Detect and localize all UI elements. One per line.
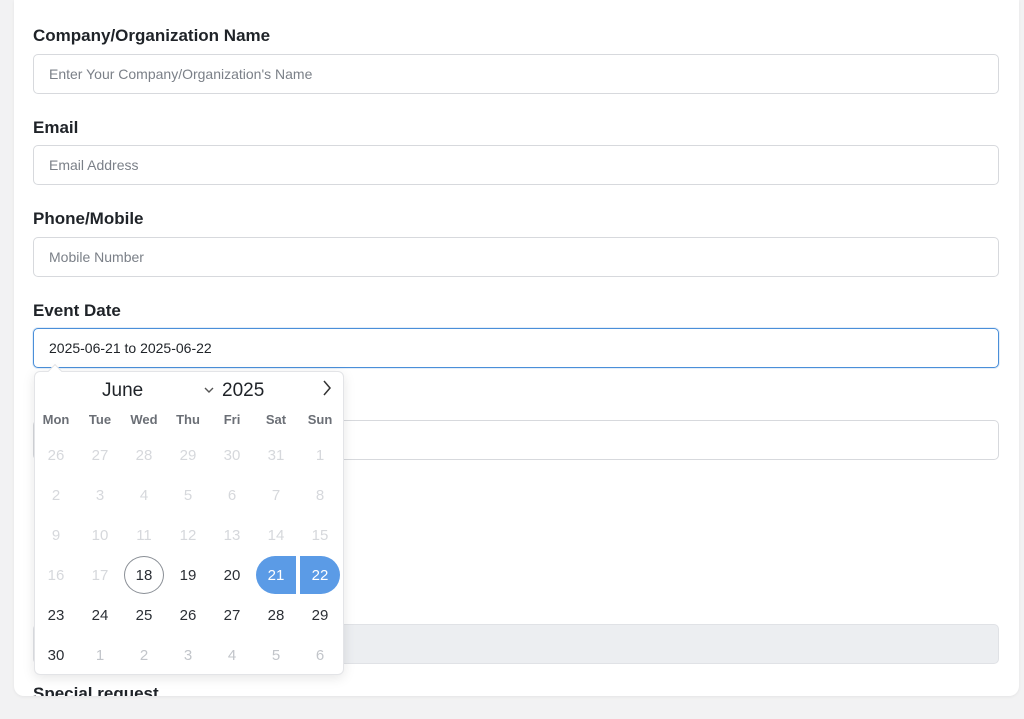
calendar-day[interactable]: 28 (256, 596, 296, 634)
email-label: Email (33, 118, 79, 137)
calendar-day[interactable]: 13 (212, 516, 252, 554)
calendar-day[interactable]: 14 (256, 516, 296, 554)
calendar-day[interactable]: 11 (124, 516, 164, 554)
special-request-label: Special request (33, 684, 159, 696)
email-input[interactable] (33, 145, 999, 185)
phone-input[interactable] (33, 237, 999, 277)
calendar-day[interactable]: 6 (212, 476, 252, 514)
calendar-day[interactable]: 4 (124, 476, 164, 514)
event-date-label: Event Date (33, 301, 121, 320)
calendar-day[interactable]: 31 (256, 436, 296, 474)
calendar-day[interactable]: 18 (124, 556, 164, 594)
calendar-day[interactable]: 10 (80, 516, 120, 554)
calendar-day[interactable]: 1 (80, 636, 120, 674)
weekday-thu: Thu (176, 412, 200, 427)
calendar-day[interactable]: 15 (300, 516, 340, 554)
calendar-day[interactable]: 26 (168, 596, 208, 634)
calendar-day[interactable]: 22 (300, 556, 340, 594)
year-input[interactable]: 2025 (222, 380, 264, 402)
company-label: Company/Organization Name (33, 26, 271, 45)
calendar-day[interactable]: 4 (212, 636, 252, 674)
calendar-day[interactable]: 19 (168, 556, 208, 594)
calendar-day[interactable]: 7 (256, 476, 296, 514)
calendar-day[interactable]: 26 (36, 436, 76, 474)
date-picker-popup: June 2025 Mon Tue Wed Thu Fri Sat Sun 26 27 28 29… (34, 363, 345, 675)
company-input[interactable] (33, 54, 999, 94)
calendar-day[interactable]: 2 (36, 476, 76, 514)
weekday-sun: Sun (307, 412, 333, 427)
calendar-day[interactable]: 2 (124, 636, 164, 674)
calendar-day[interactable]: 8 (300, 476, 340, 514)
weekday-tue: Tue (88, 412, 112, 427)
calendar-day[interactable]: 6 (300, 636, 340, 674)
calendar-day[interactable]: 5 (168, 476, 208, 514)
calendar-day[interactable]: 9 (36, 516, 76, 554)
calendar-day[interactable]: 17 (80, 556, 120, 594)
calendar-day[interactable]: 12 (168, 516, 208, 554)
calendar-day[interactable]: 23 (36, 596, 76, 634)
calendar-day[interactable]: 25 (124, 596, 164, 634)
calendar-day[interactable]: 28 (124, 436, 164, 474)
calendar-day[interactable]: 21 (256, 556, 296, 594)
month-select[interactable]: June (102, 380, 143, 402)
calendar-day[interactable]: 30 (212, 436, 252, 474)
calendar-day[interactable]: 3 (80, 476, 120, 514)
weekday-wed: Wed (130, 412, 158, 427)
event-date-input[interactable] (33, 328, 999, 368)
calendar-day[interactable]: 5 (256, 636, 296, 674)
calendar-day[interactable]: 1 (300, 436, 340, 474)
calendar-day[interactable]: 29 (168, 436, 208, 474)
chevron-right-icon[interactable] (318, 377, 336, 399)
calendar-day[interactable]: 20 (212, 556, 252, 594)
weekday-mon: Mon (42, 412, 70, 427)
weekday-sat: Sat (265, 412, 287, 427)
calendar-day[interactable]: 30 (36, 636, 76, 674)
calendar-day[interactable]: 3 (168, 636, 208, 674)
weekday-header: Mon Tue Wed Thu Fri Sat Sun (35, 412, 345, 428)
calendar-day[interactable]: 27 (212, 596, 252, 634)
calendar-day[interactable]: 27 (80, 436, 120, 474)
calendar-day[interactable]: 16 (36, 556, 76, 594)
phone-label: Phone/Mobile (33, 209, 144, 228)
calendar-day[interactable]: 29 (300, 596, 340, 634)
weekday-fri: Fri (223, 412, 241, 427)
calendar-day[interactable]: 24 (80, 596, 120, 634)
chevron-down-icon[interactable] (204, 382, 214, 397)
